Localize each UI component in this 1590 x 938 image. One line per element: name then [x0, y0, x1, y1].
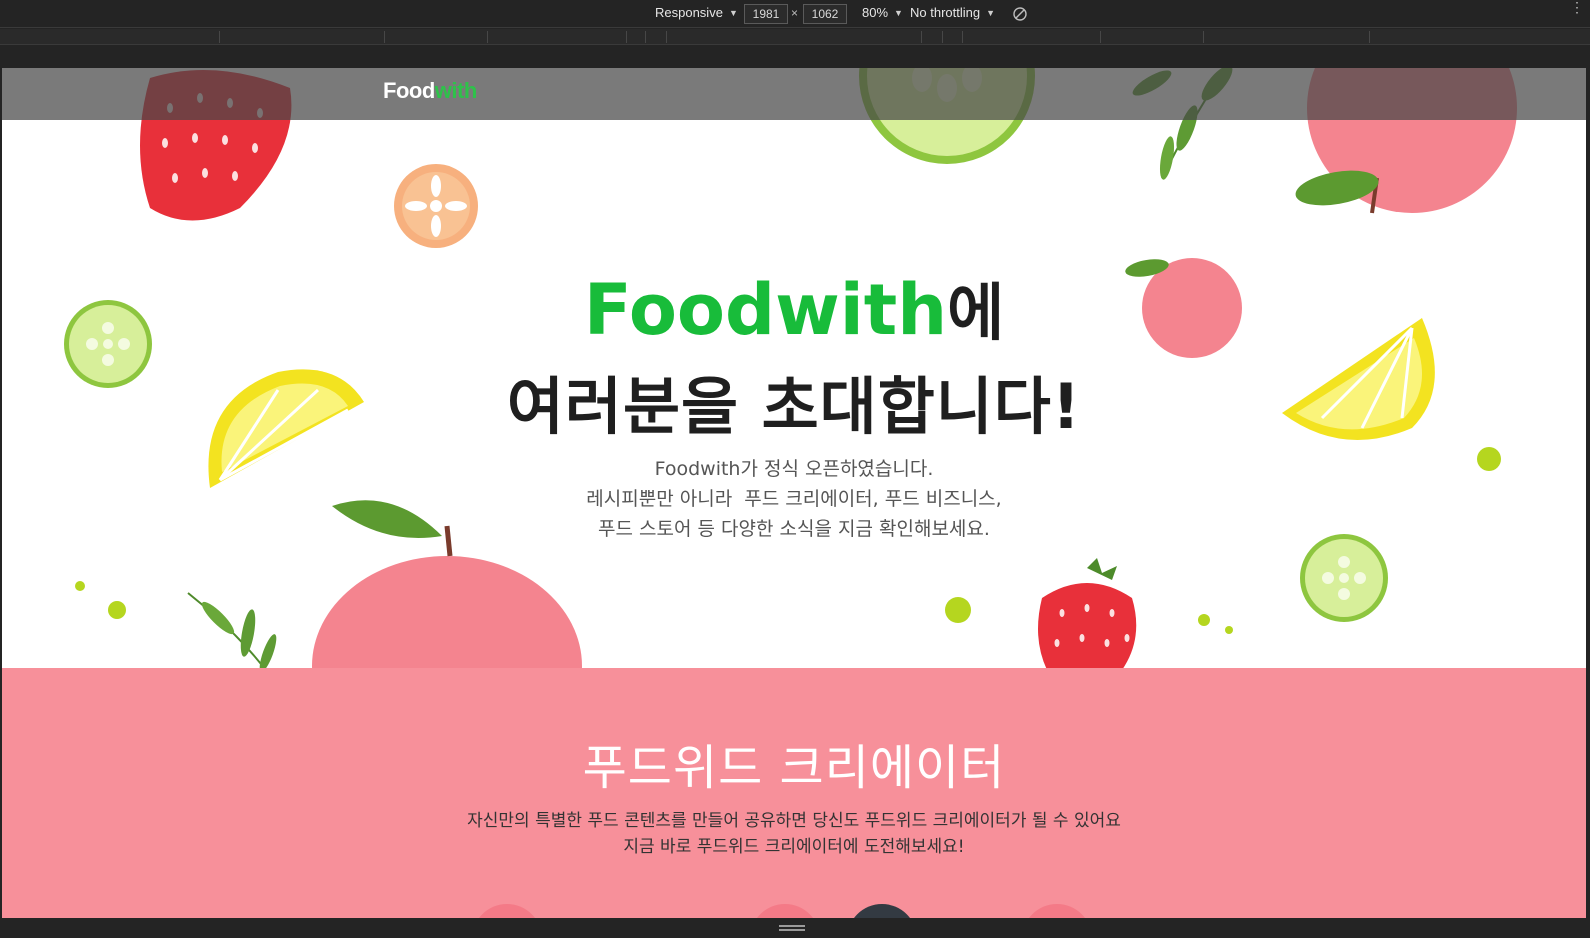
ruler-tick: [1369, 31, 1370, 43]
leaf-branch-illustration: [187, 592, 277, 673]
hero-title-brand: Foodwith: [583, 269, 948, 351]
creator-section: 푸드위드 크리에이터 자신만의 특별한 푸드 콘텐츠를 만들어 공유하면 당신도…: [2, 668, 1586, 918]
creator-card-avatar[interactable]: [750, 904, 820, 918]
more-options-icon[interactable]: ⋮: [1570, 0, 1584, 14]
ruler-tick: [962, 31, 963, 43]
page-viewport: Foodwith에 여러분을 초대합니다! Foodwith가 정식 오픈하였습…: [2, 68, 1586, 918]
site-header: Foodwith: [2, 68, 1586, 120]
pea-illustration: [945, 597, 971, 623]
ruler-tick: [666, 31, 667, 43]
chevron-down-icon: ▼: [894, 7, 903, 18]
hero-description: Foodwith가 정식 오픈하였습니다. 레시피뿐만 아니라 푸드 크리에이터…: [2, 454, 1586, 544]
pea-illustration: [75, 581, 126, 619]
creator-desc-line: 지금 바로 푸드위드 크리에이터에 도전해보세요!: [623, 837, 965, 857]
ruler-tick: [626, 31, 627, 43]
creator-desc-line: 자신만의 특별한 푸드 콘텐츠를 만들어 공유하면 당신도 푸드위드 크리에이터…: [467, 811, 1121, 831]
chevron-down-icon: ▼: [986, 7, 996, 18]
rotate-icon[interactable]: [1012, 6, 1028, 22]
site-logo[interactable]: Foodwith: [383, 78, 477, 104]
ruler-tick: [1100, 31, 1101, 43]
creator-title: 푸드위드 크리에이터: [582, 740, 1006, 796]
hero-desc-line: 레시피뿐만 아니라 푸드 크리에이터, 푸드 비즈니스,: [586, 488, 1002, 510]
viewport-margin: [0, 46, 1590, 68]
drag-handle-icon[interactable]: [779, 925, 805, 931]
zoom-label: 80%: [862, 5, 889, 20]
creator-card-avatar[interactable]: [1022, 904, 1092, 918]
hero-desc-line: 푸드 스토어 등 다양한 소식을 지금 확인해보세요.: [598, 518, 990, 540]
device-label: Responsive: [655, 5, 723, 20]
hero-title-suffix: 에: [947, 276, 1005, 349]
ruler-tick: [1203, 31, 1204, 43]
device-select[interactable]: Responsive ▼: [655, 5, 738, 20]
orange-slice-illustration: [394, 164, 478, 248]
ruler-tick: [384, 31, 385, 43]
throttling-select[interactable]: No throttling ▼: [910, 5, 995, 20]
dimension-separator: ×: [791, 6, 799, 20]
ruler-tick: [219, 31, 220, 43]
devtools-device-toolbar: Responsive ▼ 1981 × 1062 80% ▼ No thrott…: [0, 0, 1590, 28]
cucumber-slice-illustration: [1300, 534, 1388, 622]
chevron-down-icon: ▼: [728, 7, 738, 18]
ruler-tick: [921, 31, 922, 43]
creator-card-avatar[interactable]: [847, 904, 917, 918]
pea-illustration: [1198, 614, 1233, 634]
ruler-tick: [942, 31, 943, 43]
height-input[interactable]: 1062: [803, 4, 847, 24]
creator-description: 자신만의 특별한 푸드 콘텐츠를 만들어 공유하면 당신도 푸드위드 크리에이터…: [2, 808, 1586, 860]
zoom-select[interactable]: 80% ▼: [862, 5, 903, 20]
logo-food: Food: [383, 78, 435, 103]
hero-title: Foodwith에 여러분을 초대합니다!: [2, 268, 1586, 459]
hero-desc-line: Foodwith가 정식 오픈하였습니다.: [654, 458, 934, 480]
width-input[interactable]: 1981: [744, 4, 788, 24]
hero-title-line2: 여러분을 초대합니다!: [506, 370, 1082, 443]
ruler-tick: [487, 31, 488, 43]
hero-section: Foodwith에 여러분을 초대합니다! Foodwith가 정식 오픈하였습…: [2, 68, 1586, 673]
throttling-label: No throttling: [910, 5, 981, 20]
logo-with: with: [434, 78, 478, 103]
ruler-tick: [645, 31, 646, 43]
creator-card-avatar[interactable]: [472, 904, 542, 918]
drawer-resize-bar: [0, 918, 1590, 938]
media-query-ruler: [0, 29, 1590, 45]
strawberry-illustration: [1038, 558, 1137, 670]
